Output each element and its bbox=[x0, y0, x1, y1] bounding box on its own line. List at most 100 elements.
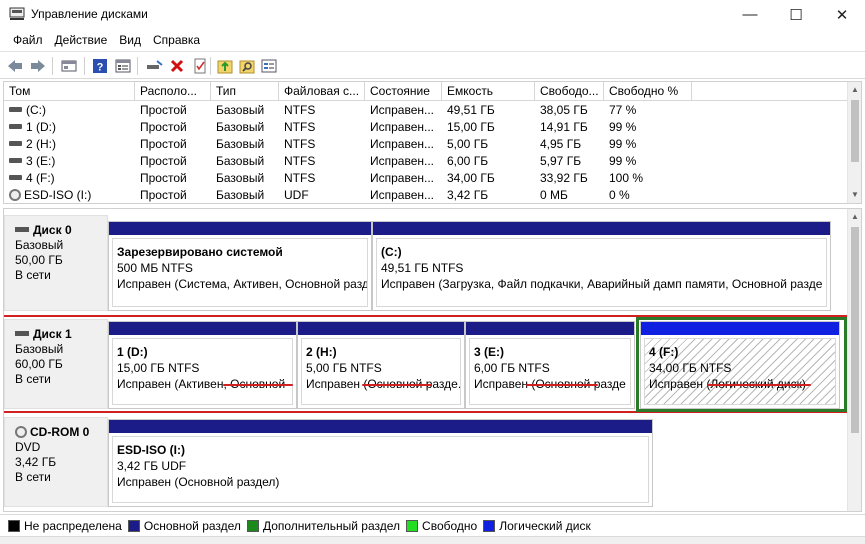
cell-text: 6,00 ГБ bbox=[447, 154, 489, 168]
import-icon[interactable] bbox=[216, 57, 234, 75]
disk-management-app-icon bbox=[9, 7, 25, 20]
col-filesystem[interactable]: Файловая с... bbox=[279, 82, 365, 101]
connect-drive-icon[interactable] bbox=[145, 57, 163, 75]
menu-help[interactable]: Справка bbox=[147, 33, 206, 47]
maximize-button[interactable]: ☐ bbox=[773, 0, 819, 29]
scroll-up-arrow-icon[interactable]: ▲ bbox=[850, 84, 860, 96]
underline-annotation bbox=[707, 384, 811, 386]
underline-annotation bbox=[362, 384, 432, 386]
table-cell-tom: (C:) bbox=[9, 102, 133, 119]
disk-0-label[interactable]: Диск 0 Базовый 50,00 ГБ В сети bbox=[4, 215, 108, 311]
table-row[interactable]: 2 (H:) Простой Базовый NTFS Исправен... 5,00 … bbox=[4, 136, 849, 153]
partition-status: Исправен (Загрузка, Файл подкачки, Авари… bbox=[381, 277, 823, 291]
cell-text: 3 (E:) bbox=[26, 154, 56, 168]
disk-view-scrollbar[interactable]: ▲ bbox=[847, 209, 861, 511]
table-cell-state: Исправен... bbox=[370, 136, 442, 153]
table-row[interactable]: 3 (E:) Простой Базовый NTFS Исправен... 6,00 … bbox=[4, 153, 849, 170]
partition-body: ESD-ISO (I:) 3,42 ГБ UDF Исправен (Основ… bbox=[112, 436, 649, 503]
status-bar bbox=[0, 536, 865, 544]
col-free-space[interactable]: Свободо... bbox=[535, 82, 604, 101]
cell-text: 49,51 ГБ bbox=[447, 103, 495, 117]
check-icon[interactable] bbox=[191, 57, 209, 75]
legend-label: Основной раздел bbox=[143, 518, 241, 533]
cell-text: UDF bbox=[284, 188, 309, 202]
table-cell-cap: 15,00 ГБ bbox=[447, 119, 533, 136]
partition-status: Исправен (Основной раздел) bbox=[117, 475, 280, 489]
table-cell-type: Базовый bbox=[216, 153, 278, 170]
cell-text: NTFS bbox=[284, 137, 316, 151]
cell-text: 99 % bbox=[609, 137, 637, 151]
toolbar-separator bbox=[52, 57, 53, 75]
table-cell-pct: 0 % bbox=[609, 187, 689, 203]
menu-file[interactable]: Файл bbox=[7, 33, 49, 47]
table-cell-free: 0 МБ bbox=[540, 187, 603, 203]
table-cell-pct: 99 % bbox=[609, 136, 689, 153]
volume-list[interactable]: Том Располо... Тип Файловая с... Состоян… bbox=[3, 81, 862, 204]
window-title: Управление дисками bbox=[31, 7, 148, 21]
scroll-down-arrow-icon[interactable]: ▼ bbox=[850, 189, 860, 201]
cd-icon bbox=[9, 188, 21, 201]
col-layout[interactable]: Располо... bbox=[135, 82, 211, 101]
table-cell-state: Исправен... bbox=[370, 153, 442, 170]
scrollbar-thumb[interactable] bbox=[851, 227, 859, 433]
table-cell-tom: 3 (E:) bbox=[9, 153, 133, 170]
properties-icon[interactable] bbox=[114, 57, 132, 75]
toolbar-separator bbox=[210, 57, 211, 75]
partition-body: (C:) 49,51 ГБ NTFS Исправен (Загрузка, Ф… bbox=[376, 238, 827, 307]
settings-icon[interactable] bbox=[260, 57, 278, 75]
table-row[interactable]: 1 (D:) Простой Базовый NTFS Исправен... 15,00… bbox=[4, 119, 849, 136]
partition-c[interactable]: (C:) 49,51 ГБ NTFS Исправен (Загрузка, Ф… bbox=[372, 221, 831, 311]
cell-text: 3,42 ГБ bbox=[447, 188, 489, 202]
disk-name: Диск 0 bbox=[33, 223, 72, 237]
cell-text: 15,00 ГБ bbox=[447, 120, 495, 134]
cell-text: Исправен... bbox=[370, 137, 435, 151]
disk-size: 50,00 ГБ bbox=[15, 253, 63, 267]
table-row[interactable]: ESD-ISO (I:) Простой Базовый UDF Исправен...… bbox=[4, 187, 849, 203]
cell-text: Исправен... bbox=[370, 154, 435, 168]
cell-text: Базовый bbox=[216, 137, 265, 151]
cell-text: Простой bbox=[140, 188, 187, 202]
menu-view[interactable]: Вид bbox=[113, 33, 147, 47]
scrollbar-thumb[interactable] bbox=[851, 100, 859, 162]
close-button[interactable]: ✕ bbox=[819, 0, 865, 29]
table-row[interactable]: (C:) Простой Базовый NTFS Исправен... 49,51 Г… bbox=[4, 102, 849, 119]
table-cell-state: Исправен... bbox=[370, 119, 442, 136]
table-row[interactable]: 4 (F:) Простой Базовый NTFS Исправен... 34,00… bbox=[4, 170, 849, 187]
minimize-button[interactable]: — bbox=[727, 0, 773, 29]
partition-system-reserved[interactable]: Зарезервировано системой 500 МБ NTFS Исп… bbox=[108, 221, 372, 311]
help-icon[interactable]: ? bbox=[91, 57, 109, 75]
col-free-percent[interactable]: Свободно % bbox=[604, 82, 692, 101]
table-cell-pct: 99 % bbox=[609, 119, 689, 136]
cell-text: Простой bbox=[140, 120, 187, 134]
volume-list-scrollbar[interactable]: ▲ ▼ bbox=[847, 82, 861, 203]
disk-type: DVD bbox=[15, 440, 41, 454]
col-type[interactable]: Тип bbox=[211, 82, 279, 101]
partition-esd-iso[interactable]: ESD-ISO (I:) 3,42 ГБ UDF Исправен (Основ… bbox=[108, 419, 653, 507]
cell-text: ESD-ISO (I:) bbox=[24, 188, 92, 202]
col-status[interactable]: Состояние bbox=[365, 82, 442, 101]
col-capacity[interactable]: Емкость bbox=[442, 82, 535, 101]
console-icon[interactable] bbox=[60, 57, 78, 75]
scroll-up-arrow-icon[interactable]: ▲ bbox=[850, 211, 860, 223]
cell-text: Базовый bbox=[216, 171, 265, 185]
table-cell-cap: 5,00 ГБ bbox=[447, 136, 533, 153]
search-icon[interactable] bbox=[238, 57, 256, 75]
cell-text: 5,97 ГБ bbox=[540, 154, 582, 168]
table-cell-loc: Простой bbox=[140, 170, 210, 187]
cell-text: Базовый bbox=[216, 188, 265, 202]
back-icon[interactable] bbox=[6, 57, 24, 75]
cell-text: NTFS bbox=[284, 171, 316, 185]
table-cell-free: 33,92 ГБ bbox=[540, 170, 603, 187]
cell-text: 99 % bbox=[609, 120, 637, 134]
legend-swatch bbox=[8, 519, 20, 532]
cell-text: 0 МБ bbox=[540, 188, 568, 202]
forward-icon[interactable] bbox=[29, 57, 47, 75]
menu-action[interactable]: Действие bbox=[49, 33, 114, 47]
col-volume[interactable]: Том bbox=[4, 82, 135, 101]
delete-icon[interactable] bbox=[168, 57, 186, 75]
cdrom-0-label[interactable]: CD-ROM 0 DVD 3,42 ГБ В сети bbox=[4, 417, 108, 507]
table-cell-pct: 100 % bbox=[609, 170, 689, 187]
cell-text: Исправен... bbox=[370, 188, 435, 202]
table-cell-pct: 77 % bbox=[609, 102, 689, 119]
legend-label: Логический диск bbox=[499, 518, 591, 533]
